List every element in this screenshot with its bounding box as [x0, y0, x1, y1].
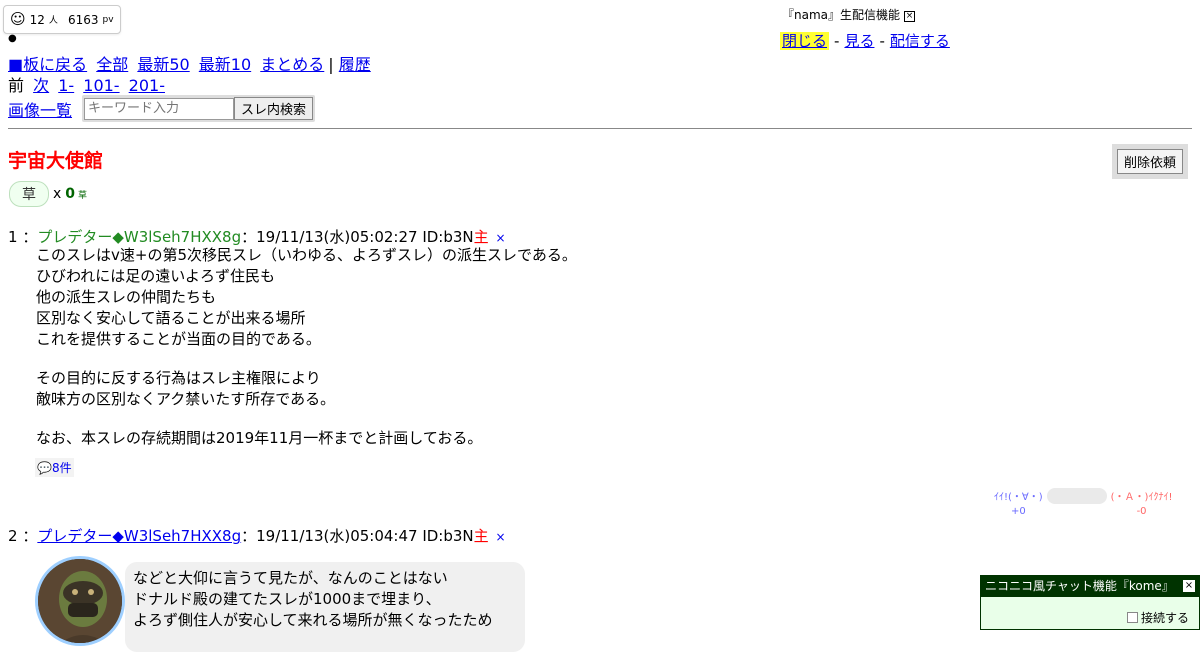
connect-label: 接続する — [1140, 611, 1189, 625]
nama-links: 閉じる - 見る - 配信する — [780, 30, 950, 51]
hide-post-icon[interactable]: × — [495, 231, 505, 245]
predator-avatar-icon — [38, 559, 122, 643]
search-button[interactable]: スレ内検索 — [234, 97, 314, 120]
page-101-link[interactable]: 101- — [83, 76, 119, 95]
post-date: ：19/11/13(水)05:02:27 ID:b3N — [241, 228, 474, 246]
face-icon: ☺ — [10, 10, 26, 28]
post-date: ：19/11/13(水)05:04:47 ID:b3N — [241, 527, 474, 545]
nama-close-link[interactable]: 閉じる — [780, 32, 830, 50]
post-number: 2 — [8, 527, 18, 545]
post-line: これを提供することが当面の目的である。 — [36, 330, 321, 348]
pv-count: 6163 — [67, 12, 99, 27]
online-counter: ☺ 12 人 6163 pv — [3, 5, 121, 34]
kusa-times: x — [53, 186, 62, 202]
nama-label: 『nama』生配信機能 — [782, 8, 901, 22]
thread-title: 宇宙大使館 — [8, 150, 104, 172]
post-line: 敵味方の区別なくアク禁いたす所存である。 — [36, 390, 336, 408]
online-unit: 人 — [48, 16, 58, 26]
post-line: このスレはv速+の第5次移民スレ（いわゆる、よろずスレ）の派生スレである。 — [36, 246, 577, 264]
post-colon: ： — [22, 527, 38, 545]
kome-connect[interactable]: 接続する — [1126, 609, 1189, 626]
page-nav: 前 次 1- 101- 201- — [8, 72, 165, 96]
speech-bubble-icon: 💬 — [37, 461, 52, 475]
comments-link[interactable]: 💬8件 — [35, 458, 74, 477]
post-header: 1 ：プレデター◆W3lSeh7HXX8g：19/11/13(水)05:02:2… — [8, 226, 506, 247]
thread-owner-badge: 主 — [473, 527, 489, 545]
delete-request-button[interactable]: 削除依頼 — [1117, 149, 1184, 174]
prev-label: 前 — [8, 76, 25, 95]
vote-good[interactable]: ｲｲ!(・∀・) +0 — [994, 488, 1043, 517]
nama-sep: - — [879, 32, 885, 50]
nama-view-link[interactable]: 見る — [844, 32, 874, 50]
kome-title: ニコニコ風チャット機能『kome』 — [985, 579, 1174, 593]
post-line: 他の派生スレの仲間たちも — [36, 288, 217, 306]
online-count: 12 — [29, 12, 45, 27]
nama-close-icon[interactable]: × — [904, 11, 916, 22]
vote-bad-label: (・Ａ・)ｲｸﾅｲ! — [1110, 492, 1173, 503]
post-bubble: などと大仰に言うて見たが、なんのことはない ドナルド殿の建てたスレが1000まで… — [125, 562, 525, 652]
kusa-unit: 草 — [78, 190, 88, 201]
post-body: このスレはv速+の第5次移民スレ（いわゆる、よろずスレ）の派生スレである。 ひび… — [36, 245, 577, 449]
page-1-link[interactable]: 1- — [58, 76, 74, 95]
nama-sep: - — [834, 32, 840, 50]
post-colon: ： — [22, 228, 38, 246]
search-input[interactable] — [84, 97, 235, 120]
image-list-link[interactable]: 画像一覧 — [8, 97, 72, 121]
poster-avatar — [35, 556, 125, 646]
post-line: その目的に反する行為はスレ主権限により — [36, 369, 321, 387]
post-line: 区別なく安心して語ることが出来る場所 — [36, 309, 306, 327]
post-line: などと大仰に言うて見たが、なんのことはない — [133, 569, 448, 587]
kusa-reaction: 草 x 0 草 — [9, 181, 87, 207]
post-number: 1 — [8, 228, 18, 246]
post-line: ドナルド殿の建てたスレが1000まで埋まり、 — [133, 590, 441, 608]
image-search-row: 画像一覧 スレ内検索 — [8, 95, 316, 122]
kome-chat-panel: ニコニコ風チャット機能『kome』 × 接続する — [980, 575, 1200, 630]
poster-name: プレデター◆W3lSeh7HXX8g — [37, 228, 242, 246]
connect-checkbox[interactable] — [1126, 612, 1138, 623]
next-link[interactable]: 次 — [33, 76, 49, 95]
nama-broadcast-link[interactable]: 配信する — [890, 32, 950, 50]
latest10-link[interactable]: 最新10 — [199, 55, 251, 74]
page-201-link[interactable]: 201- — [129, 76, 165, 95]
nama-panel: 『nama』生配信機能 × — [782, 6, 916, 23]
post-line: ひびわれには足の遠いよろず住民も — [36, 267, 275, 285]
history-link[interactable]: 履歴 — [339, 55, 371, 74]
comments-count[interactable]: 8件 — [52, 461, 72, 475]
hide-post-icon[interactable]: × — [495, 530, 505, 544]
vote-bad-count: -0 — [1136, 506, 1147, 517]
kome-title-bar: ニコニコ風チャット機能『kome』 × — [981, 576, 1199, 597]
vote-good-label: ｲｲ!(・∀・) — [994, 492, 1043, 503]
summarize-link[interactable]: まとめる — [260, 55, 324, 74]
delete-request-box: 削除依頼 — [1112, 144, 1189, 179]
vote-bad[interactable]: (・Ａ・)ｲｸﾅｲ! -0 — [1111, 488, 1173, 517]
vote-widget: ｲｲ!(・∀・) +0 (・Ａ・)ｲｸﾅｲ! -0 — [994, 488, 1172, 517]
nav-separator: | — [328, 55, 334, 74]
post-line: よろず側住人が安心して来れる場所が無くなったため — [133, 611, 493, 629]
divider — [8, 128, 1192, 129]
bullet-icon: ● — [8, 33, 17, 44]
kusa-count: 0 — [65, 186, 76, 202]
post-header: 2 ：プレデター◆W3lSeh7HXX8g：19/11/13(水)05:04:4… — [8, 525, 506, 546]
poster-name[interactable]: プレデター◆W3lSeh7HXX8g — [37, 527, 241, 545]
thread-owner-badge: 主 — [473, 228, 489, 246]
post-line: なお、本スレの存続期間は2019年11月一杯までと計画しておる。 — [36, 429, 483, 447]
vote-bar — [1046, 488, 1107, 504]
search-box: スレ内検索 — [82, 95, 316, 122]
vote-good-count: +0 — [1010, 506, 1026, 517]
kusa-button[interactable]: 草 — [9, 181, 49, 207]
pv-unit: pv — [102, 14, 114, 25]
kome-close-icon[interactable]: × — [1183, 580, 1195, 592]
